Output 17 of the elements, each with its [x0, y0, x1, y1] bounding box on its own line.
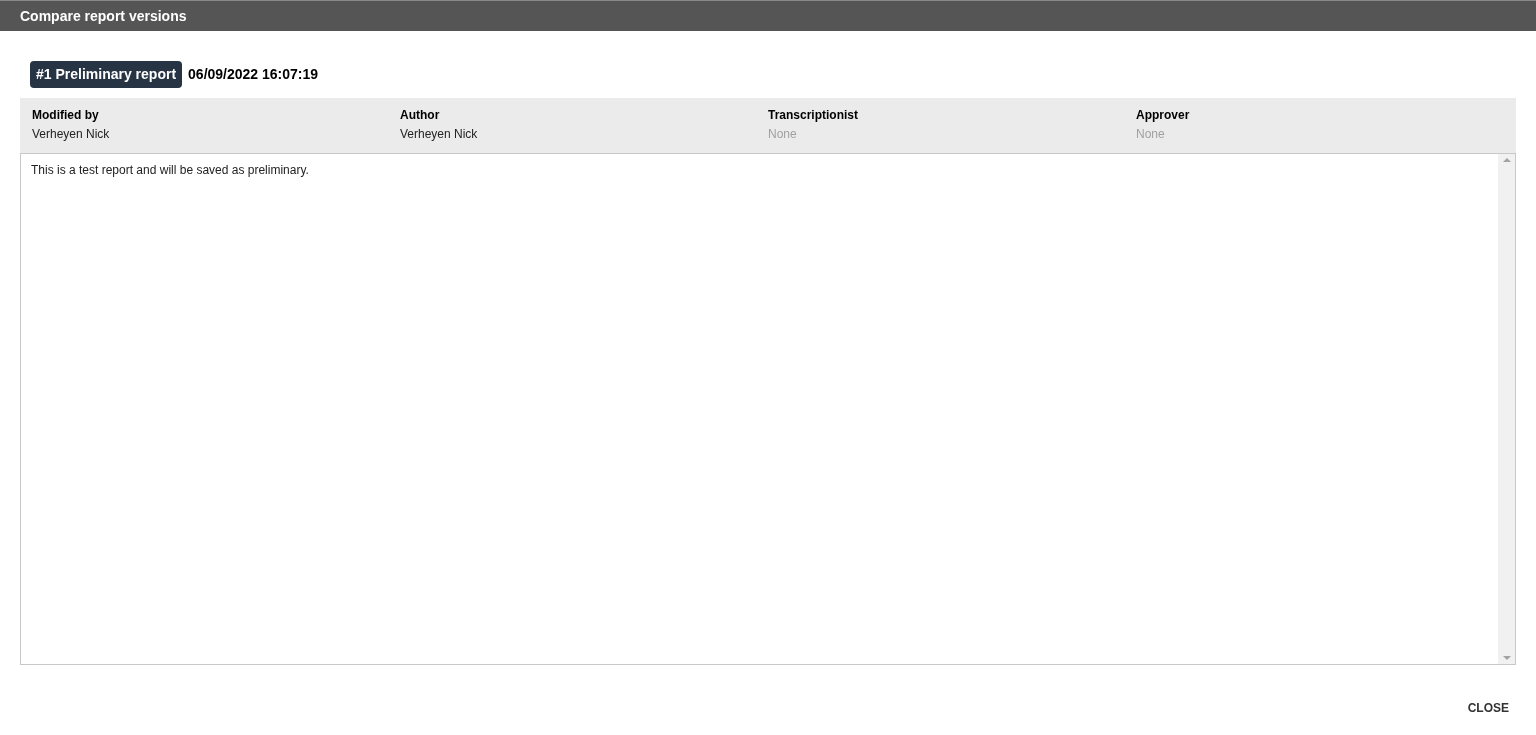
close-button[interactable]: CLOSE [1459, 695, 1517, 721]
scroll-up-icon[interactable] [1502, 158, 1511, 162]
scrollbar[interactable] [1498, 154, 1515, 664]
scroll-down-icon[interactable] [1502, 656, 1511, 660]
version-badge: #1 Preliminary report [30, 61, 183, 88]
field-value: None [1136, 126, 1166, 143]
field-label: Author [400, 107, 441, 124]
field-label: Modified by [32, 107, 100, 124]
field-label: Approver [1136, 107, 1191, 124]
field-value: Verheyen Nick [400, 126, 479, 143]
version-timestamp: 06/09/2022 16:07:19 [188, 65, 319, 84]
field-value: Verheyen Nick [32, 126, 111, 143]
report-text-area[interactable]: This is a test report and will be saved as preliminary. [20, 153, 1516, 665]
field-label: Transcriptionist [768, 107, 860, 124]
window-title: Compare report versions [20, 6, 187, 26]
field-value: None [768, 126, 798, 143]
report-text: This is a test report and will be saved as preliminary. [30, 162, 310, 179]
